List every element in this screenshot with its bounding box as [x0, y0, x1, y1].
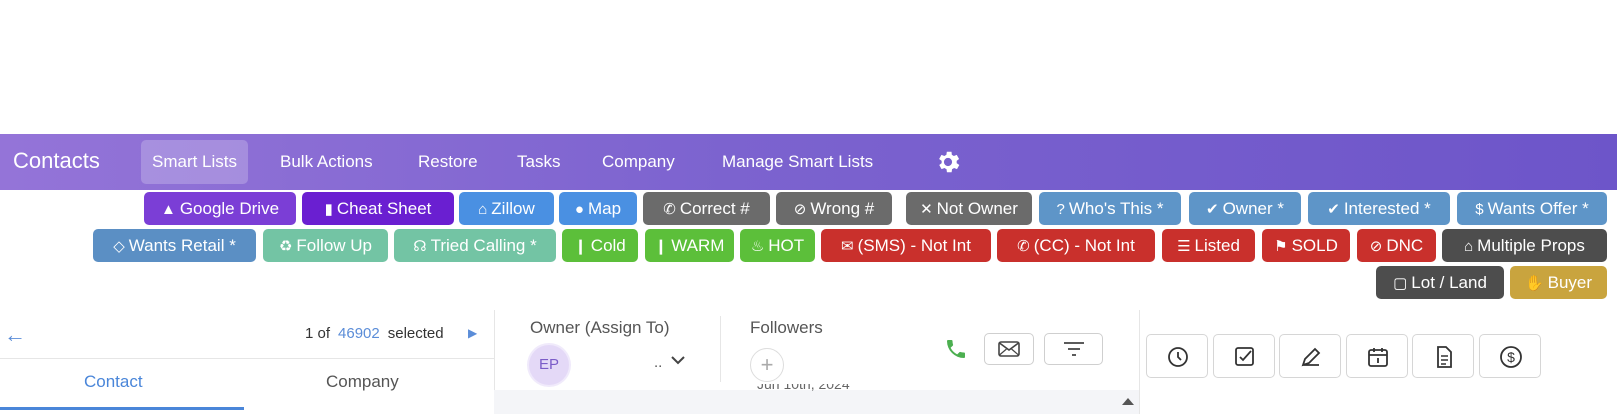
drive-icon: ▲	[160, 201, 176, 218]
home-icon: ⌂	[1464, 238, 1474, 255]
note-button[interactable]	[1279, 334, 1341, 378]
recycle-icon: ♻	[278, 238, 293, 255]
nav-bulk-actions[interactable]: Bulk Actions	[269, 140, 384, 184]
tag-cc-not-int[interactable]: ✆ (CC) - Not Int	[997, 229, 1155, 262]
tag-wrong-number[interactable]: ⊘ Wrong #	[776, 192, 892, 225]
tag-listed[interactable]: ☰ Listed	[1162, 229, 1255, 262]
list-icon: ☰	[1177, 238, 1191, 255]
owner-label: Owner (Assign To)	[530, 318, 670, 337]
tag-owner[interactable]: ✔ Owner *	[1189, 192, 1301, 225]
tag-correct-number[interactable]: ✆ Correct #	[643, 192, 770, 225]
next-arrow-icon[interactable]: ▶	[468, 326, 477, 340]
thermometer-icon: ❙	[574, 238, 587, 255]
tag-wants-retail[interactable]: ◇ Wants Retail *	[93, 229, 256, 262]
tab-company[interactable]: Company	[326, 372, 399, 392]
map-pin-icon: ●	[574, 201, 584, 218]
tag-zillow[interactable]: ⌂ Zillow	[459, 192, 554, 225]
vector-square-icon: ▢	[1393, 275, 1408, 292]
nav-manage-smart-lists[interactable]: Manage Smart Lists	[711, 140, 884, 184]
note-icon	[1301, 347, 1321, 367]
document-icon	[1437, 346, 1452, 368]
avatar[interactable]: EP	[529, 345, 569, 385]
tag-sms-not-int[interactable]: ✉ (SMS) - Not Int	[821, 229, 991, 262]
task-button[interactable]	[1213, 334, 1275, 378]
tag-wants-offer[interactable]: $ Wants Offer *	[1457, 192, 1607, 225]
tag-interested[interactable]: ✔ Interested *	[1308, 192, 1450, 225]
divider	[0, 358, 494, 359]
flag-icon: ⚑	[1274, 238, 1288, 255]
phone-slash-icon: ⊘	[793, 201, 807, 218]
tag-whos-this[interactable]: ? Who's This *	[1039, 192, 1181, 225]
nav-smart-lists[interactable]: Smart Lists	[141, 140, 249, 184]
tab-contact[interactable]: Contact	[84, 372, 143, 392]
tag-buyer[interactable]: ✋ Buyer	[1510, 266, 1607, 299]
history-button[interactable]	[1146, 334, 1208, 378]
active-tab-indicator	[0, 407, 244, 410]
nav-tasks[interactable]: Tasks	[506, 140, 571, 184]
chevron-down-icon[interactable]	[670, 352, 686, 368]
owner-value[interactable]: ..	[654, 354, 662, 371]
fire-icon: ♨	[750, 238, 765, 255]
tag-multiple-props[interactable]: ⌂ Multiple Props	[1442, 229, 1607, 262]
document-button[interactable]	[1412, 334, 1474, 378]
page-title: Contacts	[13, 148, 100, 173]
question-icon: ?	[1056, 201, 1065, 218]
check-icon: ✔	[1327, 201, 1340, 218]
contacts-header: Contacts Smart Lists Bulk Actions Restor…	[0, 134, 1617, 190]
tag-follow-up[interactable]: ♻ Follow Up	[263, 229, 388, 262]
dollar-icon: $	[1475, 201, 1484, 218]
history-icon	[1168, 347, 1188, 367]
diamond-icon: ◇	[113, 238, 125, 255]
comments-icon: ✉	[841, 238, 854, 255]
followers-label: Followers	[750, 318, 823, 337]
tag-tried-calling[interactable]: ☊ Tried Calling *	[394, 229, 556, 262]
record-pager: 1 of 46902 selected ▶	[305, 325, 478, 342]
tag-map[interactable]: ● Map	[559, 192, 637, 225]
nav-restore[interactable]: Restore	[407, 140, 489, 184]
scroll-up-icon[interactable]	[1122, 398, 1134, 405]
calendar-icon	[1368, 348, 1388, 367]
handshake-icon: ✋	[1524, 275, 1544, 292]
dollar-circle-icon: $	[1500, 346, 1522, 368]
tag-not-owner[interactable]: ✕ Not Owner	[906, 192, 1032, 225]
gear-icon[interactable]	[934, 148, 962, 176]
phone-icon: ✆	[663, 201, 676, 218]
phone-icon: ✆	[1017, 238, 1030, 255]
thermometer-icon: ❙	[654, 238, 668, 255]
calendar-button[interactable]	[1346, 334, 1408, 378]
filter-icon	[1064, 342, 1084, 356]
filter-button[interactable]	[1044, 333, 1103, 365]
ban-icon: ⊘	[1369, 238, 1383, 255]
book-icon: ▮	[324, 201, 333, 218]
add-follower-button[interactable]: +	[750, 348, 784, 382]
home-icon: ⌂	[478, 201, 488, 218]
nav-company[interactable]: Company	[591, 140, 686, 184]
svg-text:$: $	[1507, 349, 1515, 365]
tag-dnc[interactable]: ⊘ DNC	[1357, 229, 1436, 262]
task-icon	[1235, 347, 1254, 366]
contact-list-pane: ← 1 of 46902 selected ▶ Contact Company	[0, 310, 494, 414]
check-icon: ✔	[1206, 201, 1219, 218]
tag-sold[interactable]: ⚑ SOLD	[1262, 229, 1350, 262]
back-arrow-icon[interactable]: ←	[4, 322, 26, 348]
field-divider	[720, 316, 721, 382]
activity-date: Jun 10th, 2024	[757, 384, 850, 392]
x-icon: ✕	[920, 201, 933, 218]
phone-icon[interactable]	[944, 337, 968, 361]
tag-lot-land[interactable]: ▢ Lot / Land	[1376, 266, 1504, 299]
tag-warm[interactable]: ❙ WARM	[645, 229, 734, 262]
pane-divider	[1139, 310, 1140, 414]
tag-cheat-sheet[interactable]: ▮ Cheat Sheet	[302, 192, 454, 225]
envelope-icon	[998, 341, 1020, 357]
payment-button[interactable]: $	[1479, 334, 1541, 378]
headset-icon: ☊	[413, 238, 427, 255]
total-count[interactable]: 46902	[338, 325, 380, 342]
email-button[interactable]	[984, 333, 1034, 365]
tag-cold[interactable]: ❙ Cold	[562, 229, 638, 262]
tag-google-drive[interactable]: ▲ Google Drive	[144, 192, 296, 225]
tag-hot[interactable]: ♨ HOT	[740, 229, 815, 262]
